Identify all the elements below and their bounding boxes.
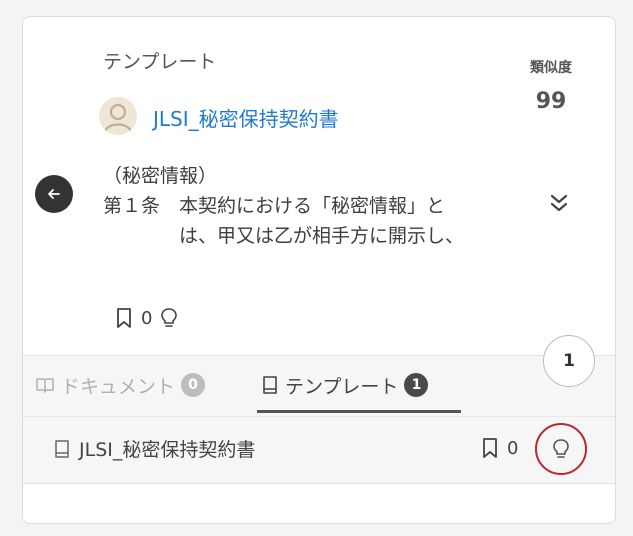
- snippet-line: は、甲又は乙が相手方に開示し、: [103, 225, 465, 247]
- result-title[interactable]: JLSI_秘密保持契約書: [53, 435, 255, 462]
- similarity-value: 99: [535, 89, 567, 114]
- lightbulb-icon: [553, 439, 569, 458]
- hint-button[interactable]: [535, 423, 587, 475]
- count-badge: 1: [404, 373, 429, 397]
- template-snippet: （秘密情報） 第１条 本契約における「秘密情報」と は、甲又は乙が相手方に開示し、: [103, 161, 513, 251]
- back-button[interactable]: [35, 175, 73, 213]
- tab-documents[interactable]: ドキュメント 0: [35, 372, 206, 398]
- avatar: [99, 97, 137, 135]
- bookmark-count: 0: [141, 307, 153, 329]
- template-title-link[interactable]: JLSI_秘密保持契約書: [153, 103, 339, 132]
- expand-button[interactable]: [543, 187, 575, 219]
- result-count-button[interactable]: 1: [543, 335, 595, 387]
- template-icon: [263, 376, 277, 394]
- card-actions: 0: [115, 305, 178, 331]
- tab-label: テンプレート: [285, 375, 399, 398]
- template-card: テンプレート 類似度 99 JLSI_秘密保持契約書 （秘密情報） 第１条 本契約…: [22, 16, 616, 524]
- arrow-left-icon: [48, 189, 60, 199]
- result-title-text: JLSI_秘密保持契約書: [79, 439, 256, 461]
- bookmark-icon: [483, 438, 497, 458]
- snippet-line: （秘密情報）: [103, 165, 218, 187]
- book-open-icon: [36, 378, 54, 393]
- chevron-double-down-icon: [550, 194, 568, 212]
- active-tab-indicator: [257, 410, 461, 413]
- tab-bar: ドキュメント 0 テンプレート 1: [23, 356, 615, 416]
- bookmark-icon: [117, 308, 131, 328]
- hint-button[interactable]: [160, 307, 178, 329]
- tab-templates[interactable]: テンプレート 1: [261, 372, 429, 398]
- tab-label: ドキュメント: [61, 375, 176, 398]
- bookmark-button[interactable]: [481, 437, 499, 459]
- bookmark-button[interactable]: [115, 307, 133, 329]
- bookmark-count: 0: [507, 437, 519, 459]
- user-icon: [103, 103, 133, 133]
- count-badge: 0: [181, 373, 206, 397]
- snippet-line: 第１条 本契約における「秘密情報」と: [103, 195, 446, 217]
- result-actions: 0: [481, 437, 518, 459]
- list-item[interactable]: JLSI_秘密保持契約書 0: [23, 416, 615, 484]
- similarity-label: 類似度: [530, 60, 572, 76]
- lightbulb-icon: [161, 308, 178, 327]
- section-label: テンプレート: [103, 51, 217, 73]
- template-icon: [55, 439, 69, 458]
